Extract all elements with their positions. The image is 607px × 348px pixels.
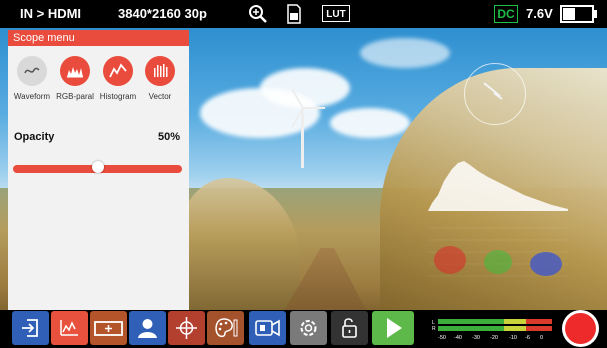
cloud: [360, 38, 450, 68]
lock-button[interactable]: [331, 311, 368, 345]
crosshair-icon: [176, 317, 197, 339]
camera-icon: [255, 319, 280, 337]
cloud: [260, 68, 350, 108]
vector-label: Vector: [148, 92, 172, 101]
meter-tick: -50: [438, 335, 446, 341]
record-button[interactable]: [562, 310, 599, 347]
power-source-badge: DC: [494, 5, 518, 23]
battery-icon: [560, 5, 594, 23]
histogram-overlay: [428, 161, 568, 211]
camera-button[interactable]: [249, 311, 286, 345]
scope-menu-panel: Scope menu Waveform RGB-paral Histogram …: [8, 30, 189, 312]
gear-icon: [300, 320, 317, 336]
zoom-icon[interactable]: [248, 4, 268, 29]
vector-icon: [154, 64, 168, 77]
input-icon: [22, 319, 38, 337]
input-button[interactable]: [12, 311, 49, 345]
scope-button[interactable]: [51, 311, 88, 345]
input-source[interactable]: IN > HDMI: [20, 6, 81, 21]
meter-tick: -40: [454, 335, 462, 341]
battery-tip: [594, 10, 597, 18]
crosshair-button[interactable]: [168, 311, 205, 345]
monitor-screen: IN > HDMI 3840*2160 30p LUT DC 7.6V Scop…: [0, 0, 607, 348]
opacity-label: Opacity: [14, 131, 55, 143]
unlock-icon: [342, 318, 357, 338]
play-icon: [387, 318, 402, 338]
rgb-parade-button[interactable]: [60, 56, 90, 86]
vector-button[interactable]: [145, 56, 175, 86]
opacity-value: 50%: [158, 131, 181, 143]
turbine-blade: [303, 107, 325, 109]
meter-tick: 0: [540, 335, 543, 341]
color-button[interactable]: [207, 311, 244, 345]
person-icon: [138, 319, 157, 338]
panel-title: Scope menu: [8, 30, 189, 46]
meter-channel-right: R: [432, 326, 436, 332]
voltage-readout: 7.6V: [526, 6, 553, 21]
meter-tick: -30: [472, 335, 480, 341]
rgb-parade-overlay: [428, 227, 568, 277]
settings-button[interactable]: [290, 311, 327, 345]
resolution-readout: 3840*2160 30p: [118, 6, 207, 21]
opacity-slider-handle[interactable]: [91, 161, 104, 173]
waveform-icon: [24, 67, 40, 74]
scope-icon: [60, 320, 78, 336]
zoom-frame-button[interactable]: [90, 311, 127, 345]
meter-tick: -6: [525, 335, 530, 341]
cloud: [330, 108, 410, 138]
play-button[interactable]: [372, 311, 414, 345]
waveform-button[interactable]: [17, 56, 47, 86]
rgb-parade-icon: [67, 67, 83, 78]
meter-tick: -10: [509, 335, 517, 341]
frame-icon: [94, 321, 123, 336]
sd-card-icon[interactable]: [286, 4, 302, 29]
status-bar: IN > HDMI 3840*2160 30p LUT DC 7.6V: [0, 0, 607, 28]
histogram-button[interactable]: [103, 56, 133, 86]
meter-tick: -20: [490, 335, 498, 341]
vectorscope-overlay: [464, 63, 526, 125]
false-color-button[interactable]: [129, 311, 166, 345]
histogram-icon: [109, 63, 127, 78]
audio-meter: L R -50 -40 -30 -20 -10 -6 0: [432, 319, 552, 341]
palette-icon: [215, 318, 238, 338]
lut-badge[interactable]: LUT: [322, 5, 350, 22]
wind-turbine: [301, 108, 304, 168]
record-icon: [565, 313, 596, 344]
